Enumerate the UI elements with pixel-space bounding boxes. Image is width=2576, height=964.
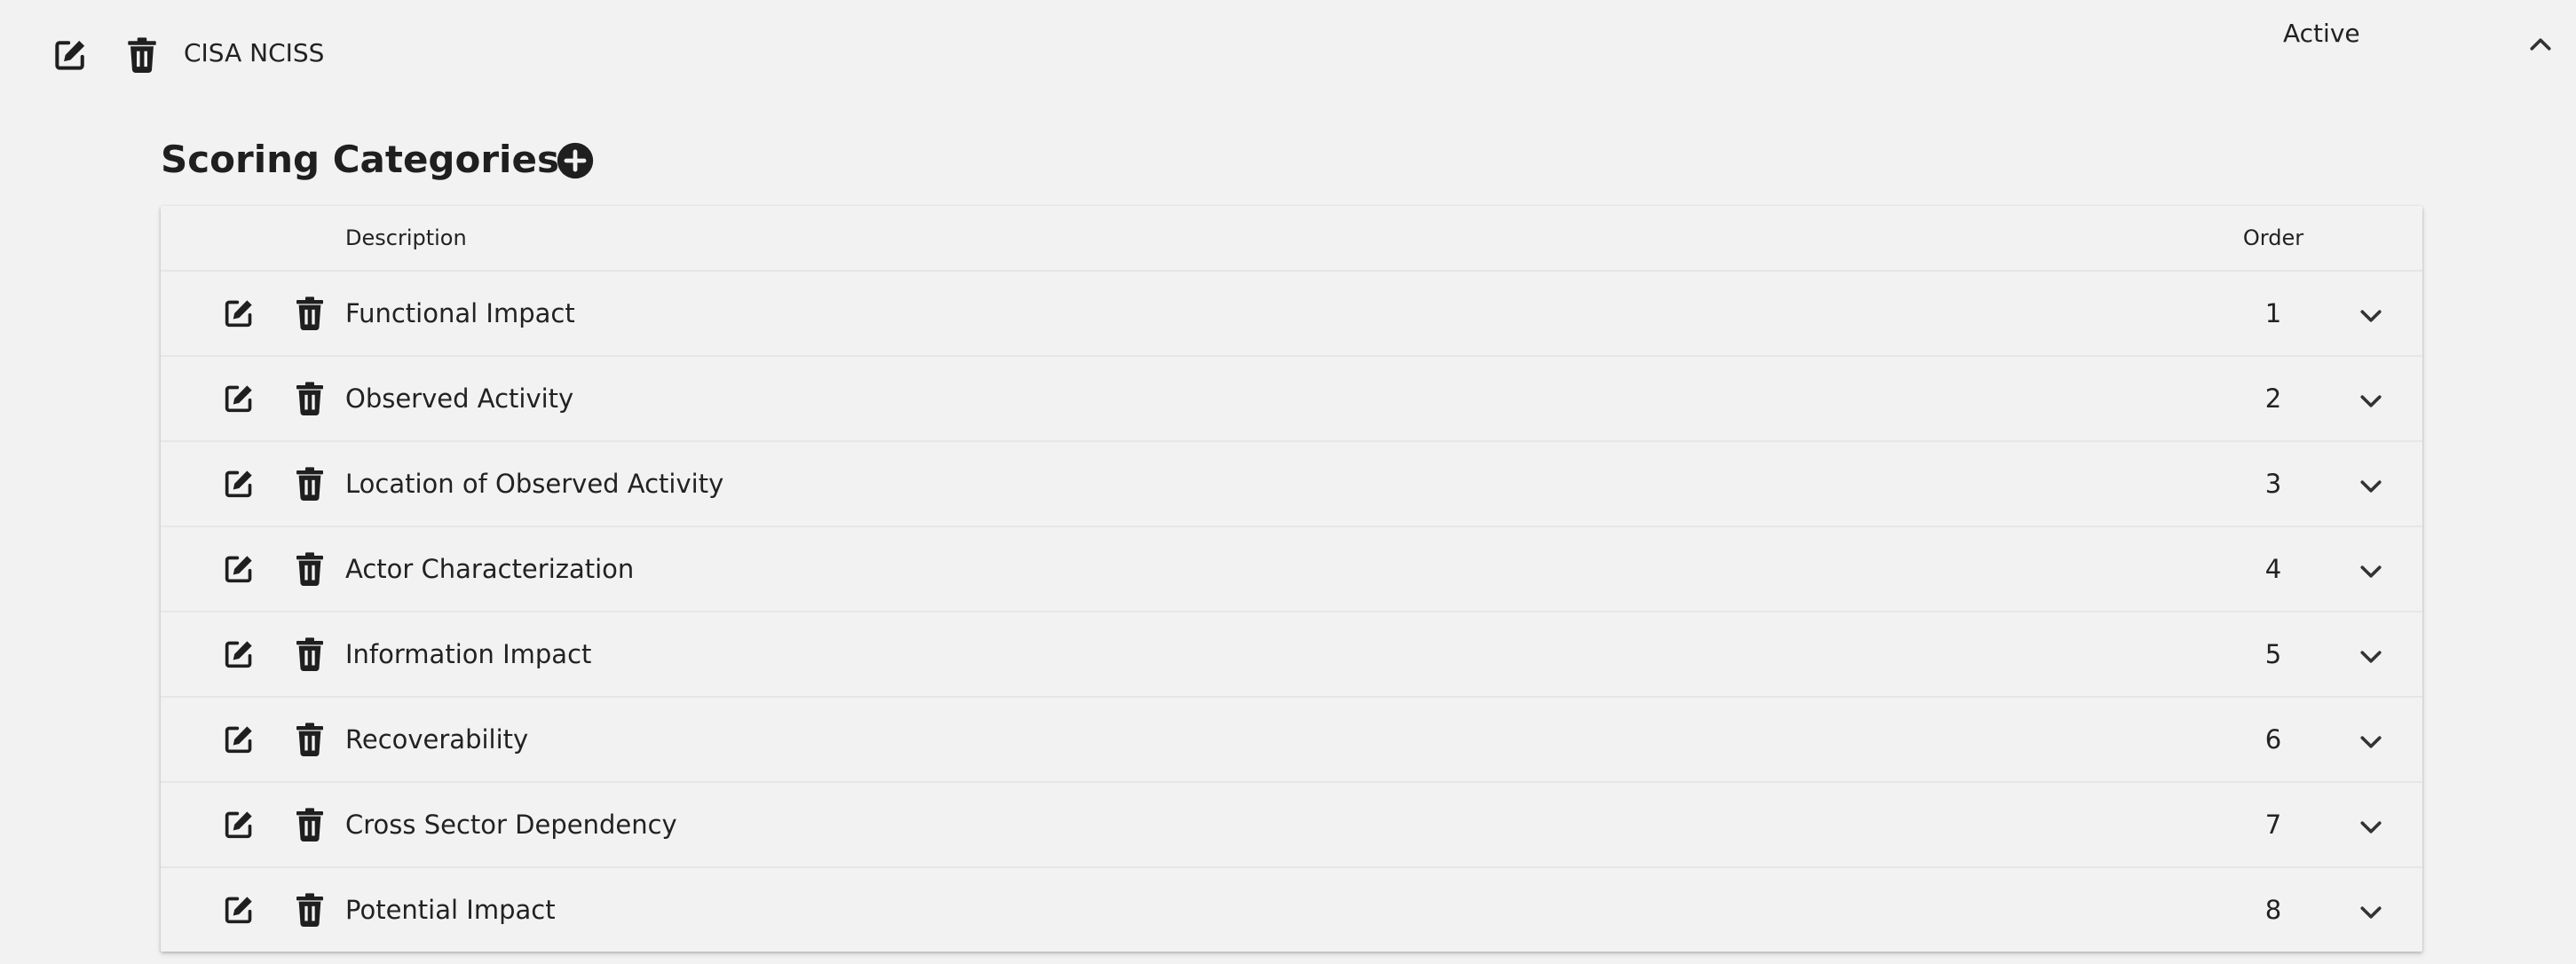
- table-row[interactable]: Cross Sector Dependency 7: [161, 783, 2422, 868]
- edit-icon: [221, 551, 257, 587]
- category-order: 7: [2264, 810, 2282, 840]
- edit-category-button[interactable]: [221, 296, 257, 331]
- chevron-down-icon: [2355, 641, 2387, 673]
- trash-icon: [295, 722, 325, 757]
- delete-category-button[interactable]: [294, 721, 326, 758]
- table-row[interactable]: Functional Impact 1: [161, 272, 2422, 357]
- trash-icon: [295, 296, 325, 331]
- expand-row-button[interactable]: [2353, 639, 2389, 675]
- expand-row-button[interactable]: [2353, 383, 2389, 419]
- edit-category-button[interactable]: [221, 381, 257, 416]
- category-order: 5: [2264, 639, 2282, 669]
- column-header-order: Order: [2242, 225, 2304, 250]
- edit-icon: [221, 381, 257, 416]
- edit-icon: [221, 466, 257, 502]
- plus-circle-icon: [556, 141, 595, 180]
- expand-row-button[interactable]: [2353, 554, 2389, 589]
- expand-row-button[interactable]: [2353, 469, 2389, 504]
- status-label: Active: [2283, 19, 2360, 48]
- edit-category-button[interactable]: [221, 892, 257, 928]
- category-description: Cross Sector Dependency: [345, 810, 677, 840]
- add-category-button[interactable]: [556, 141, 595, 180]
- category-order: 6: [2264, 724, 2282, 755]
- category-order: 2: [2264, 383, 2282, 414]
- expand-row-button[interactable]: [2353, 724, 2389, 760]
- chevron-down-icon: [2355, 470, 2387, 502]
- edit-icon: [221, 807, 257, 842]
- delete-category-button[interactable]: [294, 295, 326, 332]
- edit-item-button[interactable]: [51, 36, 90, 75]
- category-order: 4: [2264, 554, 2282, 584]
- table-row[interactable]: Observed Activity 2: [161, 357, 2422, 442]
- table-row[interactable]: Information Impact 5: [161, 612, 2422, 698]
- category-description: Potential Impact: [345, 895, 556, 925]
- delete-category-button[interactable]: [294, 891, 326, 928]
- edit-icon: [51, 36, 90, 75]
- category-order: 8: [2264, 895, 2282, 925]
- trash-icon: [295, 551, 325, 587]
- edit-icon: [221, 722, 257, 757]
- edit-category-button[interactable]: [221, 551, 257, 587]
- edit-icon: [221, 296, 257, 331]
- category-description: Actor Characterization: [345, 554, 635, 584]
- chevron-down-icon: [2355, 300, 2387, 332]
- delete-category-button[interactable]: [294, 465, 326, 502]
- delete-category-button[interactable]: [294, 380, 326, 417]
- scoring-categories-table: Description Order Functional Impact 1 Obse…: [161, 206, 2422, 952]
- table-row[interactable]: Actor Characterization 4: [161, 527, 2422, 612]
- edit-category-button[interactable]: [221, 636, 257, 672]
- chevron-down-icon: [2355, 897, 2387, 928]
- expand-row-button[interactable]: [2353, 895, 2389, 930]
- category-description: Location of Observed Activity: [345, 469, 724, 499]
- table-header: Description Order: [161, 206, 2422, 272]
- trash-icon: [295, 892, 325, 928]
- category-description: Observed Activity: [345, 383, 574, 414]
- category-order: 1: [2264, 298, 2282, 328]
- chevron-down-icon: [2355, 385, 2387, 417]
- trash-icon: [295, 636, 325, 672]
- delete-category-button[interactable]: [294, 636, 326, 673]
- collapse-button[interactable]: [2525, 28, 2556, 60]
- category-description: Information Impact: [345, 639, 592, 669]
- trash-icon: [295, 381, 325, 416]
- chevron-up-icon: [2525, 28, 2556, 60]
- chevron-down-icon: [2355, 726, 2387, 758]
- trash-icon: [126, 36, 158, 74]
- expand-row-button[interactable]: [2353, 810, 2389, 845]
- category-order: 3: [2264, 469, 2282, 499]
- delete-item-button[interactable]: [124, 36, 160, 75]
- delete-category-button[interactable]: [294, 550, 326, 588]
- trash-icon: [295, 807, 325, 842]
- edit-category-button[interactable]: [221, 466, 257, 502]
- trash-icon: [295, 466, 325, 502]
- chevron-down-icon: [2355, 556, 2387, 588]
- category-description: Functional Impact: [345, 298, 575, 328]
- edit-category-button[interactable]: [221, 807, 257, 842]
- delete-category-button[interactable]: [294, 806, 326, 843]
- edit-icon: [221, 636, 257, 672]
- column-header-description: Description: [345, 225, 467, 250]
- edit-category-button[interactable]: [221, 722, 257, 757]
- item-name: CISA NCISS: [184, 38, 325, 67]
- item-header-row: CISA NCISS Active: [0, 0, 2576, 107]
- table-row[interactable]: Recoverability 6: [161, 698, 2422, 783]
- table-row[interactable]: Potential Impact 8: [161, 868, 2422, 952]
- expand-row-button[interactable]: [2353, 298, 2389, 334]
- category-description: Recoverability: [345, 724, 529, 755]
- section-title: Scoring Categories: [161, 138, 559, 181]
- chevron-down-icon: [2355, 811, 2387, 843]
- edit-icon: [221, 892, 257, 928]
- table-row[interactable]: Location of Observed Activity 3: [161, 442, 2422, 527]
